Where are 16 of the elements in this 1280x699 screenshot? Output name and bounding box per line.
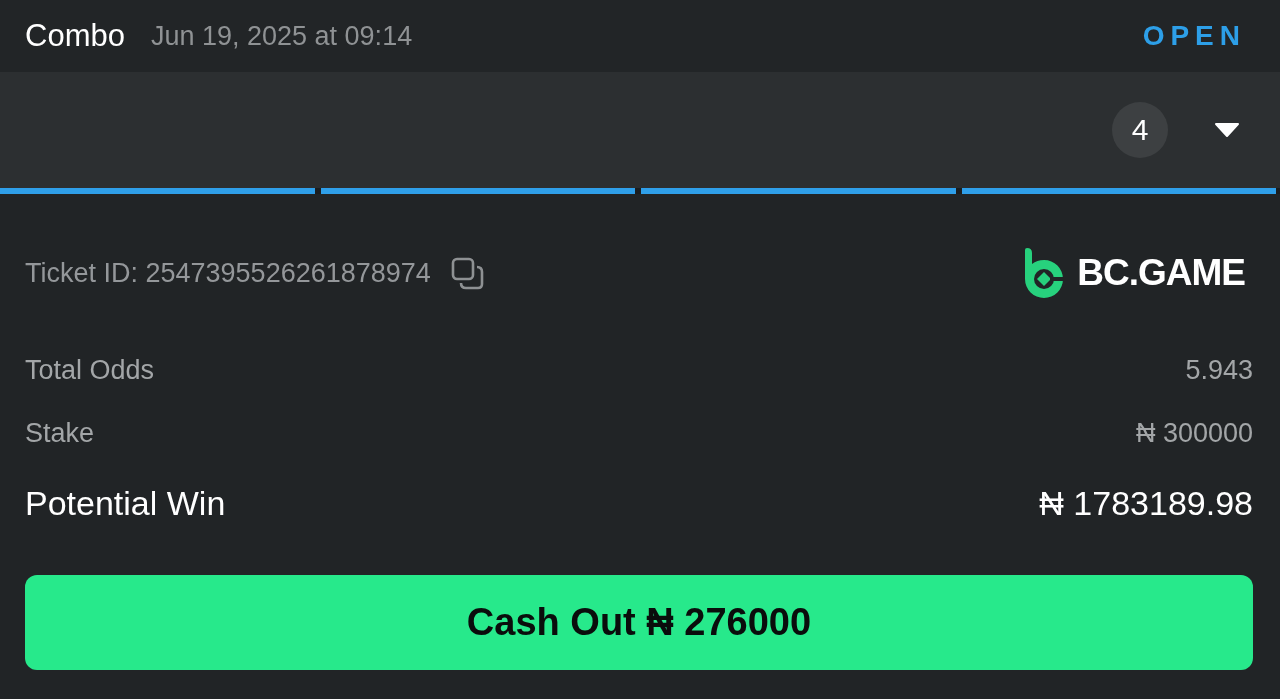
summary-label: Potential Win <box>25 483 226 523</box>
logo-icon <box>1023 248 1066 298</box>
bet-status: OPEN <box>1142 20 1246 52</box>
copy-icon[interactable] <box>450 256 484 290</box>
summary-value: ₦ 300000 <box>1135 418 1253 449</box>
summary-label: Total Odds <box>25 355 155 386</box>
caret-icon[interactable] <box>1214 122 1240 138</box>
bet-date: Jun 19, 2025 at 09:14 <box>150 20 413 52</box>
brand-name: BC.GAME <box>1077 252 1245 294</box>
summary-value: ₦ 1783189.98 <box>1039 483 1253 523</box>
ticket-id: Ticket ID: 2547395526261878974 <box>25 257 431 289</box>
selections-count: 4 <box>1112 102 1168 158</box>
summary-label: Stake <box>25 418 95 449</box>
bet-type-title: Combo <box>25 18 125 54</box>
cash-out-button[interactable]: Cash Out ₦ 276000 <box>25 575 1253 670</box>
summary-value: 5.943 <box>1185 355 1253 386</box>
